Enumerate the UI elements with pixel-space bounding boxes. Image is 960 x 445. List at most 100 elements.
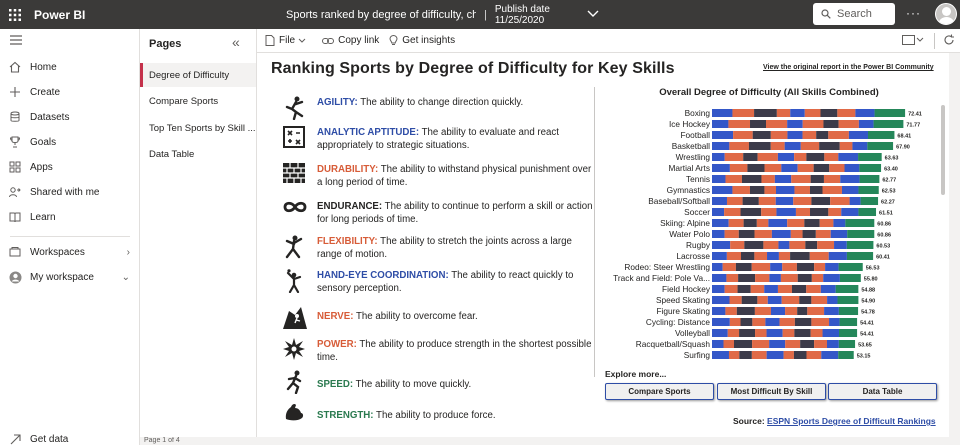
bar-segment[interactable]: [806, 351, 822, 359]
bar-segment[interactable]: [821, 351, 839, 359]
bar-segment[interactable]: [811, 296, 828, 304]
bar-segment[interactable]: [829, 318, 840, 326]
nav-item-workspaces[interactable]: Workspaces ›: [0, 241, 140, 263]
bar-segment[interactable]: [820, 285, 836, 293]
bar-segment[interactable]: [733, 131, 753, 139]
get-insights-button[interactable]: Get insights: [389, 35, 455, 46]
bar-segment[interactable]: [779, 318, 795, 326]
hamburger-icon[interactable]: [10, 35, 22, 48]
bar-segment[interactable]: [797, 307, 808, 315]
chart-scrollbar[interactable]: [941, 105, 945, 195]
bar-segment[interactable]: [797, 274, 812, 282]
chevron-down-icon[interactable]: ⌄: [122, 272, 130, 283]
bar-segment[interactable]: [755, 329, 767, 337]
bar-segment[interactable]: [774, 175, 792, 183]
bar-segment[interactable]: [839, 274, 861, 282]
bar-segment[interactable]: [757, 296, 768, 304]
bar-segment[interactable]: [712, 285, 725, 293]
bar-segment[interactable]: [839, 318, 858, 326]
bar-segment[interactable]: [823, 120, 839, 128]
chevron-right-icon[interactable]: ›: [127, 247, 130, 258]
bar-segment[interactable]: [752, 318, 766, 326]
bar-segment[interactable]: [874, 109, 906, 117]
bar-segment[interactable]: [764, 164, 782, 172]
bar-segment[interactable]: [820, 109, 838, 117]
bar-segment[interactable]: [811, 318, 830, 326]
bar-segment[interactable]: [787, 131, 803, 139]
bar-segment[interactable]: [712, 274, 727, 282]
bar-segment[interactable]: [840, 175, 860, 183]
bar-segment[interactable]: [852, 142, 868, 150]
bar-segment[interactable]: [804, 109, 821, 117]
refresh-icon[interactable]: [943, 34, 955, 49]
bar-segment[interactable]: [823, 274, 840, 282]
bar-segment[interactable]: [849, 197, 861, 205]
bar-segment[interactable]: [835, 285, 859, 293]
bar-segment[interactable]: [873, 120, 904, 128]
bar-segment[interactable]: [744, 241, 764, 249]
bar-segment[interactable]: [712, 164, 730, 172]
bar-segment[interactable]: [722, 263, 736, 271]
bar-segment[interactable]: [824, 307, 839, 315]
bar-segment[interactable]: [770, 307, 786, 315]
bar-segment[interactable]: [791, 175, 811, 183]
nav-item-get-data[interactable]: Get data: [0, 428, 140, 445]
bar-segment[interactable]: [793, 197, 812, 205]
page-item-compare-sports[interactable]: Compare Sports: [140, 89, 256, 113]
bar-segment[interactable]: [712, 175, 726, 183]
bar-segment[interactable]: [867, 142, 894, 150]
bar-segment[interactable]: [837, 109, 856, 117]
bar-segment[interactable]: [802, 120, 824, 128]
bar-segment[interactable]: [766, 329, 783, 337]
bar-segment[interactable]: [846, 241, 874, 249]
bar-segment[interactable]: [728, 120, 751, 128]
bar-segment[interactable]: [764, 186, 776, 194]
bar-segment[interactable]: [738, 274, 756, 282]
bar-segment[interactable]: [838, 120, 859, 128]
bar-segment[interactable]: [796, 263, 815, 271]
bar-segment[interactable]: [815, 230, 831, 238]
bar-segment[interactable]: [724, 153, 744, 161]
bar-segment[interactable]: [794, 153, 807, 161]
bar-segment[interactable]: [712, 241, 731, 249]
bar-segment[interactable]: [789, 241, 806, 249]
bar-segment[interactable]: [787, 120, 803, 128]
bar-segment[interactable]: [712, 340, 724, 348]
bar-segment[interactable]: [816, 131, 829, 139]
bar-segment[interactable]: [800, 340, 815, 348]
page-item-data-table[interactable]: Data Table: [140, 142, 256, 166]
bar-segment[interactable]: [805, 241, 818, 249]
bar-segment[interactable]: [712, 318, 730, 326]
bar-segment[interactable]: [738, 230, 755, 238]
bar-segment[interactable]: [736, 307, 755, 315]
bar-segment[interactable]: [799, 296, 812, 304]
bar-segment[interactable]: [754, 230, 772, 238]
bar-segment[interactable]: [825, 263, 839, 271]
bar-segment[interactable]: [811, 274, 824, 282]
bar-segment[interactable]: [728, 351, 740, 359]
bar-segment[interactable]: [847, 230, 875, 238]
search-input[interactable]: Search: [813, 3, 895, 25]
bar-segment[interactable]: [724, 208, 741, 216]
nav-item-shared-with-me[interactable]: Shared with me: [0, 181, 140, 203]
bar-segment[interactable]: [739, 329, 756, 337]
bar-segment[interactable]: [827, 296, 838, 304]
nav-item-datasets[interactable]: Datasets: [0, 106, 140, 128]
bar-segment[interactable]: [839, 329, 858, 337]
bar-segment[interactable]: [784, 142, 801, 150]
bar-segment[interactable]: [826, 340, 839, 348]
bar-segment[interactable]: [787, 219, 805, 227]
bar-segment[interactable]: [846, 252, 874, 260]
bar-segment[interactable]: [754, 109, 777, 117]
bar-segment[interactable]: [754, 307, 771, 315]
bar-segment[interactable]: [740, 252, 755, 260]
bar-segment[interactable]: [858, 120, 874, 128]
bar-segment[interactable]: [776, 109, 791, 117]
nav-item-learn[interactable]: Learn: [0, 206, 140, 228]
bar-segment[interactable]: [739, 351, 752, 359]
bar-segment[interactable]: [780, 274, 798, 282]
view-options-button[interactable]: [902, 35, 924, 49]
bar-segment[interactable]: [790, 230, 803, 238]
bar-segment[interactable]: [712, 142, 730, 150]
bar-segment[interactable]: [712, 351, 729, 359]
